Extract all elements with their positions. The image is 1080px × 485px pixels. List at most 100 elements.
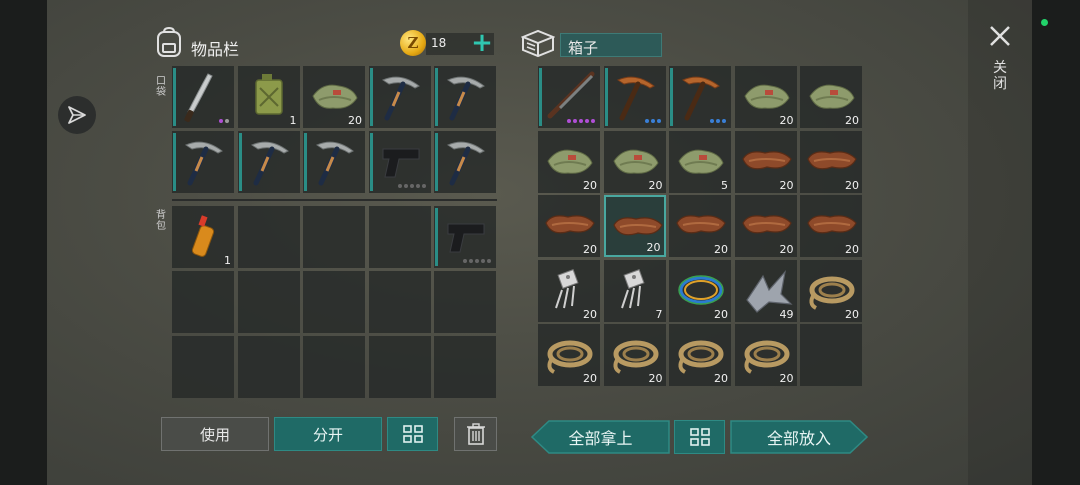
empty-slot[interactable]: [434, 336, 496, 398]
close-label: 关闭: [993, 60, 1007, 92]
box-item-slot[interactable]: 20: [603, 195, 666, 257]
pocket-item-slot[interactable]: [172, 131, 234, 193]
pocket-item-slot[interactable]: 1: [237, 66, 300, 128]
box-item-slot[interactable]: 20: [800, 66, 862, 128]
item-quantity: 20: [348, 114, 362, 127]
item-quantity: 20: [648, 372, 663, 385]
share-button[interactable]: [58, 96, 96, 134]
box-item-slot[interactable]: 20: [538, 130, 600, 193]
pickaxe-icon: [446, 141, 485, 186]
close-icon: [990, 26, 1010, 46]
add-coins-button[interactable]: +: [470, 30, 494, 56]
pickaxe-icon: [184, 141, 223, 186]
box-name-field[interactable]: 箱子: [560, 33, 662, 57]
box-item-slot[interactable]: 20: [734, 195, 797, 257]
pickaxe-icon: [381, 76, 420, 121]
box-item-slot[interactable]: 20: [669, 324, 731, 386]
item-quantity: 20: [583, 178, 597, 192]
box-item-slot[interactable]: 20: [603, 130, 666, 193]
pocket-item-slot[interactable]: [237, 131, 300, 193]
grid-icon: [689, 428, 710, 446]
empty-slot[interactable]: [368, 271, 431, 333]
box-item-slot[interactable]: 20: [538, 324, 600, 386]
sort-box-button[interactable]: [674, 420, 725, 454]
send-icon: [68, 106, 86, 124]
box-title: 箱子: [568, 39, 599, 57]
box-item-slot[interactable]: 7: [603, 259, 666, 322]
close-button[interactable]: [986, 22, 1014, 50]
empty-slot[interactable]: [303, 206, 365, 268]
left-screen-edge: [0, 0, 47, 485]
grid-icon: [402, 425, 423, 443]
item-quantity: 20: [714, 243, 728, 256]
empty-slot[interactable]: [172, 271, 234, 333]
item-quantity: 20: [845, 178, 859, 192]
pickaxe-icon: [446, 76, 485, 121]
empty-slot[interactable]: [237, 206, 300, 268]
empty-slot[interactable]: [237, 336, 300, 398]
item-quantity: 20: [648, 178, 663, 192]
quality-dots: [710, 119, 726, 123]
empty-slot[interactable]: [303, 271, 365, 333]
box-item-slot[interactable]: 20: [800, 259, 862, 322]
coin-icon: Z: [400, 30, 426, 56]
right-screen-edge: [1032, 0, 1080, 485]
item-quantity: 1: [289, 114, 297, 127]
empty-slot[interactable]: [368, 336, 431, 398]
item-quantity: 20: [583, 307, 597, 321]
item-quantity: 20: [845, 114, 859, 127]
sort-inventory-button[interactable]: [387, 417, 438, 451]
backpack-item-slot[interactable]: 1: [172, 206, 234, 268]
pocket-item-slot[interactable]: [434, 131, 496, 193]
box-item-slot[interactable]: [669, 66, 731, 128]
empty-slot[interactable]: [368, 206, 431, 268]
item-quantity: 20: [779, 243, 794, 256]
item-quantity: 20: [845, 307, 859, 321]
take-all-label: 全部拿上: [568, 429, 633, 448]
quality-dots: [397, 184, 426, 188]
pickaxe-icon: [315, 141, 354, 186]
empty-slot[interactable]: [434, 271, 496, 333]
trash-icon: [466, 423, 485, 445]
empty-slot[interactable]: [800, 324, 862, 386]
box-item-slot[interactable]: 20: [734, 66, 797, 128]
pocket-item-slot[interactable]: [434, 66, 496, 128]
put-all-button[interactable]: 全部放入: [730, 420, 869, 454]
box-item-slot[interactable]: 20: [800, 195, 862, 257]
pocket-item-slot[interactable]: 20: [303, 66, 365, 128]
delete-button[interactable]: [454, 417, 497, 451]
empty-slot[interactable]: [303, 336, 365, 398]
item-quantity: 49: [779, 307, 794, 321]
box-item-slot[interactable]: 20: [538, 195, 600, 257]
box-item-slot[interactable]: 20: [603, 324, 666, 386]
item-quantity: 20: [779, 114, 794, 127]
item-quantity: 5: [721, 178, 728, 192]
pocket-item-slot[interactable]: [368, 66, 431, 128]
pickaxe-icon: [250, 141, 289, 186]
box-item-slot[interactable]: 5: [669, 130, 731, 193]
inventory-title: 物品栏: [191, 40, 240, 59]
backpack-label: 背包: [156, 210, 166, 232]
pocket-item-slot[interactable]: [303, 131, 365, 193]
box-item-slot[interactable]: [603, 66, 666, 128]
pocket-item-slot[interactable]: [172, 66, 234, 128]
backpack-item-slot[interactable]: [434, 206, 496, 268]
box-item-slot[interactable]: 20: [538, 259, 600, 322]
box-item-slot[interactable]: 20: [669, 195, 731, 257]
empty-slot[interactable]: [237, 271, 300, 333]
take-all-button[interactable]: 全部拿上: [530, 420, 670, 454]
put-all-label: 全部放入: [766, 429, 831, 448]
use-button[interactable]: 使用: [161, 417, 269, 451]
split-button[interactable]: 分开: [274, 417, 382, 451]
box-item-slot[interactable]: 20: [669, 259, 731, 322]
box-item-slot[interactable]: 20: [734, 130, 797, 193]
item-quantity: 7: [655, 307, 663, 321]
box-item-slot[interactable]: 20: [800, 130, 862, 193]
empty-slot[interactable]: [172, 336, 234, 398]
quality-dots: [463, 259, 491, 263]
box-item-slot[interactable]: 49: [734, 259, 797, 322]
box-item-slot[interactable]: [538, 66, 600, 128]
status-indicator: [1041, 19, 1048, 26]
pocket-item-slot[interactable]: [368, 131, 431, 193]
box-item-slot[interactable]: 20: [734, 324, 797, 386]
